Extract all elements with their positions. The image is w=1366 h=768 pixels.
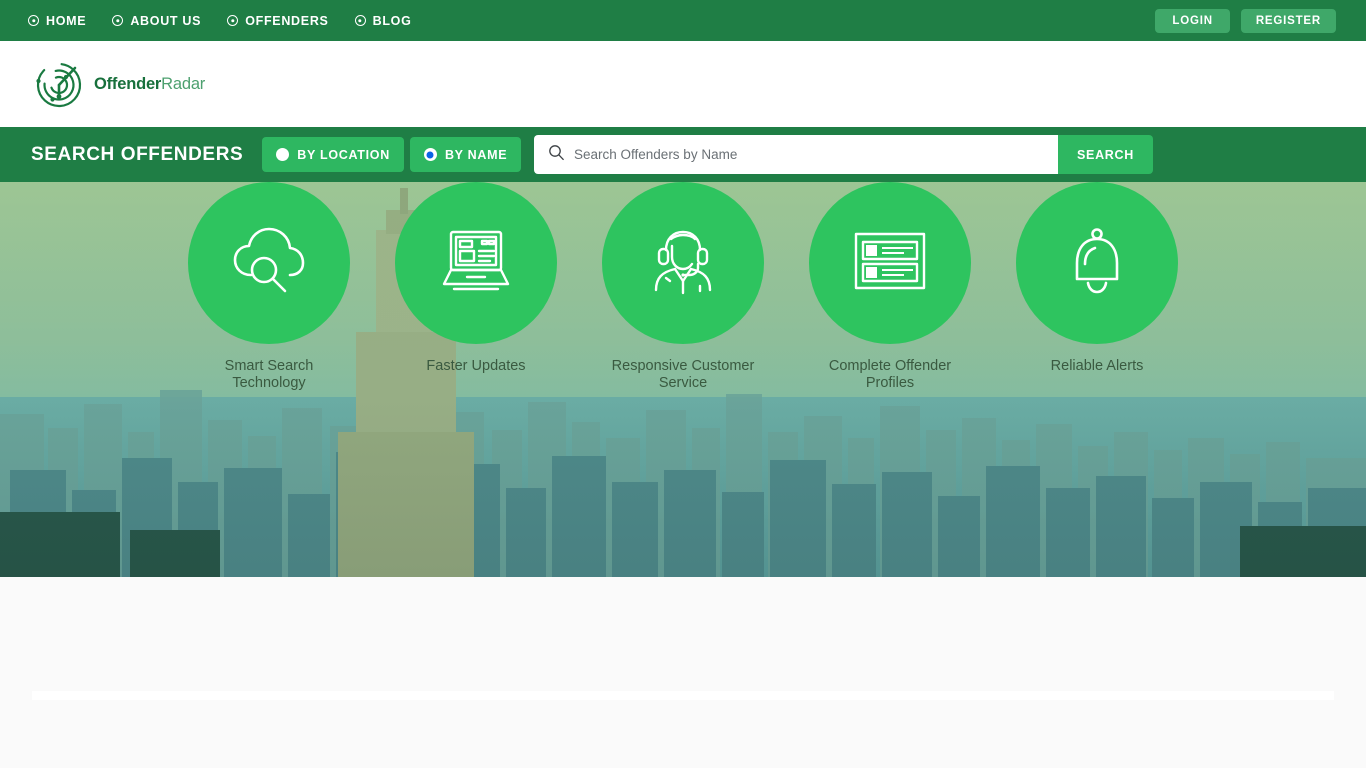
nav-item-label: OFFENDERS (245, 13, 329, 28)
nav-item-home[interactable]: HOME (28, 14, 86, 28)
brand-name-light: Radar (161, 74, 206, 93)
feature-reliable-alerts[interactable]: Reliable Alerts (1016, 182, 1178, 392)
main-nav: HOME ABOUT US OFFENDERS BLOG (28, 14, 412, 28)
nav-item-about-us[interactable]: ABOUT US (112, 14, 201, 28)
feature-icon-circle (1016, 182, 1178, 344)
brand-name: OffenderRadar (94, 75, 205, 94)
laptop-icon (438, 227, 514, 300)
feature-label: Reliable Alerts (1050, 358, 1144, 374)
search-title: SEARCH OFFENDERS (31, 143, 244, 165)
search-mode-tabs: BY LOCATION BY NAME (262, 137, 522, 172)
bell-icon (1066, 226, 1128, 301)
login-button[interactable]: LOGIN (1155, 8, 1230, 33)
brand-logo[interactable]: OffenderRadar (30, 55, 205, 113)
nav-item-offenders[interactable]: OFFENDERS (227, 14, 328, 28)
search-mode-by-name[interactable]: BY NAME (409, 137, 522, 172)
register-button[interactable]: REGISTER (1240, 8, 1336, 33)
id-card-list-icon (852, 230, 928, 297)
feature-icon-circle (602, 182, 764, 344)
feature-responsive-customer-service[interactable]: Responsive Customer Service (602, 182, 764, 392)
search-mode-label: BY NAME (444, 147, 508, 162)
feature-list: Smart Search Technology Faster Updates R… (0, 182, 1366, 392)
feature-label: Complete Offender Profiles (828, 358, 952, 392)
search-input[interactable] (574, 135, 1058, 174)
nav-item-blog[interactable]: BLOG (354, 13, 412, 28)
nav-item-label: ABOUT US (130, 13, 202, 28)
search-submit-button[interactable]: SEARCH (1058, 135, 1153, 174)
search-mode-by-location[interactable]: BY LOCATION (262, 137, 404, 172)
nav-item-label: HOME (46, 13, 87, 28)
brand-name-bold: Offender (94, 74, 162, 93)
feature-label: Responsive Customer Service (611, 358, 755, 392)
feature-complete-offender-profiles[interactable]: Complete Offender Profiles (809, 182, 971, 392)
headset-support-icon (648, 223, 718, 304)
search-field-group: SEARCH (534, 135, 1153, 174)
brand-bar: OffenderRadar (0, 41, 1366, 127)
feature-smart-search-technology[interactable]: Smart Search Technology (188, 182, 350, 392)
radar-logo-icon (30, 55, 88, 113)
search-bar: SEARCH OFFENDERS BY LOCATION BY NAME SEA… (0, 127, 1366, 182)
bullseye-icon (227, 15, 239, 26)
bullseye-icon (28, 15, 39, 26)
feature-faster-updates[interactable]: Faster Updates (395, 182, 557, 392)
top-navigation-bar: HOME ABOUT US OFFENDERS BLOG LOGIN REGIS… (0, 0, 1366, 41)
feature-icon-circle (188, 182, 350, 344)
search-input-wrapper (534, 135, 1058, 174)
radio-selected-icon (423, 148, 437, 161)
feature-icon-circle (395, 182, 557, 344)
auth-buttons: LOGIN REGISTER (1155, 8, 1336, 33)
magnifier-icon (548, 144, 574, 166)
feature-icon-circle (809, 182, 971, 344)
bullseye-icon (112, 15, 124, 26)
radio-icon (276, 148, 290, 161)
content-divider-strip (32, 691, 1334, 700)
nav-item-label: BLOG (372, 13, 412, 28)
cloud-search-icon (230, 225, 308, 302)
search-mode-label: BY LOCATION (297, 147, 390, 162)
content-area (0, 577, 1366, 768)
feature-label: Smart Search Technology (224, 358, 314, 392)
bullseye-icon (354, 15, 366, 26)
feature-label: Faster Updates (426, 358, 526, 374)
